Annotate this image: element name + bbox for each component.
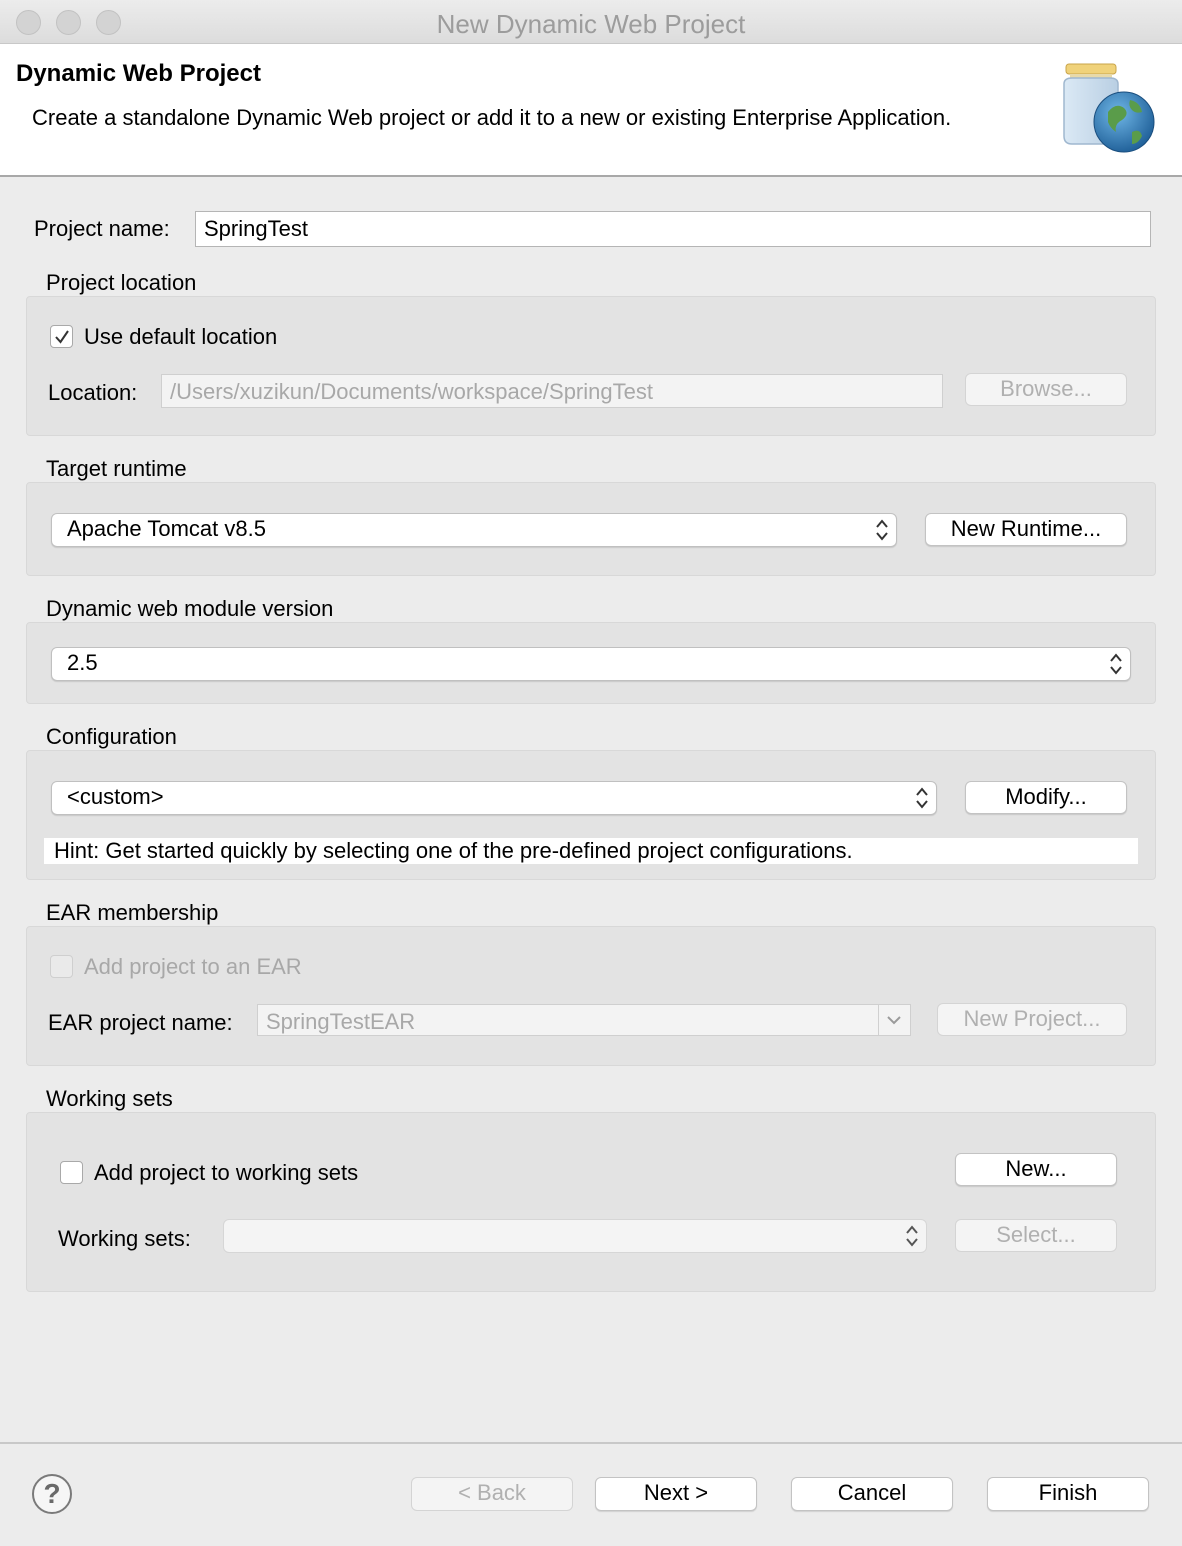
- title-bar: New Dynamic Web Project: [0, 0, 1182, 44]
- project-name-input[interactable]: SpringTest: [195, 211, 1151, 247]
- footer-separator: [0, 1442, 1182, 1444]
- next-button[interactable]: Next >: [595, 1477, 757, 1511]
- cancel-button[interactable]: Cancel: [791, 1477, 953, 1511]
- project-location-group: [26, 296, 1156, 436]
- module-version-section-title: Dynamic web module version: [46, 596, 334, 621]
- chevron-down-icon: [878, 1005, 901, 1035]
- add-to-working-sets-checkbox[interactable]: [60, 1161, 83, 1184]
- help-icon[interactable]: ?: [32, 1474, 72, 1514]
- browse-button: Browse...: [965, 373, 1127, 406]
- ear-membership-group: [26, 926, 1156, 1066]
- working-sets-select: [223, 1219, 927, 1253]
- target-runtime-section-title: Target runtime: [46, 456, 187, 481]
- location-label: Location:: [48, 380, 138, 405]
- target-runtime-selected-value: Apache Tomcat v8.5: [67, 516, 266, 541]
- checkmark-icon: [55, 330, 69, 344]
- add-to-working-sets-label: Add project to working sets: [94, 1160, 359, 1185]
- back-button: < Back: [411, 1477, 573, 1511]
- module-version-select[interactable]: 2.5: [51, 647, 1131, 681]
- wizard-banner: Dynamic Web Project Create a standalone …: [0, 44, 1182, 177]
- new-runtime-button[interactable]: New Runtime...: [925, 513, 1127, 546]
- add-to-ear-label: Add project to an EAR: [84, 954, 302, 979]
- module-version-selected-value: 2.5: [67, 650, 98, 675]
- add-to-ear-checkbox: [50, 955, 73, 978]
- up-down-chevron-icon: [906, 1225, 918, 1247]
- working-sets-section-title: Working sets: [46, 1086, 173, 1111]
- ear-membership-section-title: EAR membership: [46, 900, 219, 925]
- ear-project-name-value: SpringTestEAR: [266, 1009, 416, 1034]
- project-location-section-title: Project location: [46, 270, 197, 295]
- window-title: New Dynamic Web Project: [436, 9, 746, 39]
- up-down-chevron-icon: [876, 519, 888, 541]
- modify-button[interactable]: Modify...: [965, 781, 1127, 814]
- project-name-label: Project name:: [34, 216, 170, 241]
- configuration-selected-value: <custom>: [67, 784, 164, 809]
- page-title: Dynamic Web Project: [16, 60, 261, 87]
- working-sets-label: Working sets:: [58, 1226, 191, 1251]
- select-working-sets-button: Select...: [955, 1219, 1117, 1252]
- new-ear-project-button: New Project...: [937, 1003, 1127, 1036]
- new-working-set-button[interactable]: New...: [955, 1153, 1117, 1186]
- finish-button[interactable]: Finish: [987, 1477, 1149, 1511]
- configuration-select[interactable]: <custom>: [51, 781, 937, 815]
- target-runtime-select[interactable]: Apache Tomcat v8.5: [51, 513, 897, 547]
- ear-project-name-combo: SpringTestEAR: [257, 1004, 911, 1036]
- ear-project-name-label: EAR project name:: [48, 1010, 233, 1035]
- up-down-chevron-icon: [1110, 653, 1122, 675]
- up-down-chevron-icon: [916, 787, 928, 809]
- use-default-location-checkbox[interactable]: [50, 325, 73, 348]
- page-description: Create a standalone Dynamic Web project …: [32, 105, 952, 130]
- working-sets-group: [26, 1112, 1156, 1292]
- web-project-jar-globe-icon: [1063, 63, 1155, 153]
- configuration-hint: Hint: Get started quickly by selecting o…: [44, 838, 1138, 864]
- use-default-location-label: Use default location: [84, 324, 278, 349]
- configuration-section-title: Configuration: [46, 724, 177, 749]
- location-input: /Users/xuzikun/Documents/workspace/Sprin…: [161, 374, 943, 408]
